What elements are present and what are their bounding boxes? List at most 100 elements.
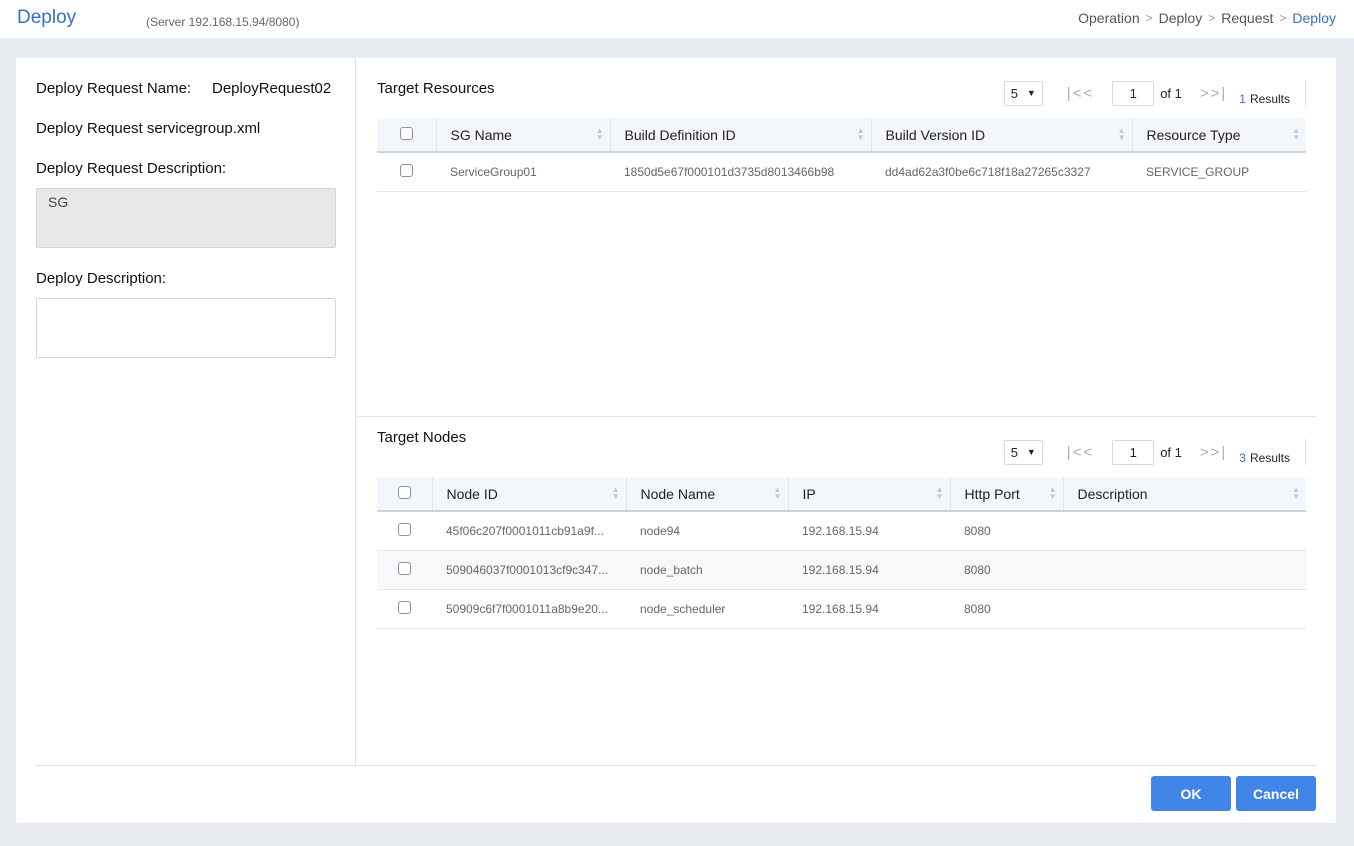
select-all-checkbox-cell[interactable] (377, 477, 433, 512)
breadcrumb-operation[interactable]: Operation (1078, 10, 1139, 26)
column-header[interactable]: Node Name ▲ ▼ (626, 477, 789, 512)
table-row[interactable]: ServiceGroup01 1850d5e67f000101d3735d801… (377, 152, 1306, 192)
column-header[interactable]: Resource Type ▲ ▼ (1132, 118, 1306, 153)
page-size-value: 5 (1010, 444, 1018, 460)
resources-page-input[interactable]: 1 (1112, 80, 1155, 106)
node-id-cell: 509046037f0001013cf9c347... (432, 550, 626, 590)
nodes-pager: 5 ▼ |<< 1 of 1 >>| 3 Results (1003, 439, 1306, 465)
first-prev-page-icon[interactable]: |<< (1067, 85, 1094, 102)
sort-icon: ▲ ▼ (1117, 126, 1126, 142)
breadcrumb-current: Deploy (1292, 10, 1336, 26)
footer-divider (36, 765, 1316, 766)
request-name-label: Deploy Request Name: (36, 80, 192, 97)
table-header-row: SG Name ▲ ▼ Build Definition ID ▲ ▼ Build Ve… (377, 118, 1306, 153)
resources-pager: 5 ▼ |<< 1 of 1 >>| 1 Results (1003, 80, 1306, 106)
row-checkbox-cell[interactable] (377, 511, 432, 551)
table-row[interactable]: 509046037f0001013cf9c347... node_batch 1… (377, 550, 1306, 590)
target-resources-title: Target Resources (377, 80, 495, 97)
select-all-checkbox[interactable] (397, 485, 411, 499)
request-info-panel: Deploy Request Name: DeployRequest02 Dep… (16, 58, 356, 765)
breadcrumb-separator: > (1208, 11, 1216, 25)
deploy-description-box (36, 298, 336, 358)
resources-page-size-select[interactable]: 5 ▼ (1003, 80, 1043, 106)
column-header[interactable]: IP ▲ ▼ (788, 477, 951, 512)
http-port-cell: 8080 (950, 550, 1063, 590)
sort-icon: ▲ ▼ (1292, 485, 1300, 501)
column-header[interactable]: SG Name ▲ ▼ (436, 118, 611, 153)
row-checkbox[interactable] (398, 522, 411, 536)
build-version-id-cell: dd4ad62a3f0be6c718f18a27265c3327 (871, 152, 1132, 192)
first-prev-page-icon[interactable]: |<< (1067, 444, 1094, 461)
deploy-panel: Deploy Request Name: DeployRequest02 Dep… (16, 58, 1336, 823)
breadcrumb-separator: > (1279, 11, 1287, 25)
select-all-checkbox[interactable] (399, 126, 413, 140)
target-nodes-title: Target Nodes (377, 429, 467, 446)
node-id-cell: 50909c6f7f0001011a8b9e20... (432, 589, 626, 629)
sg-name-cell: ServiceGroup01 (436, 152, 610, 192)
nodes-table: Node ID ▲ ▼ Node Name ▲ ▼ IP ▲ ▼ Http Port ▲ ▼ D… (377, 477, 1306, 629)
breadcrumb-separator: > (1145, 11, 1153, 25)
sort-icon: ▲ ▼ (611, 485, 620, 501)
sort-icon: ▲ ▼ (595, 126, 604, 142)
request-description-label: Deploy Request Description: (36, 160, 227, 177)
node-id-cell: 45f06c207f0001011cb91a9f... (432, 511, 626, 551)
sort-icon: ▲ ▼ (1048, 485, 1057, 501)
results-count: 1 Results (1239, 92, 1290, 106)
node-name-cell: node94 (626, 511, 788, 551)
server-info: (Server 192.168.15.94/8080) (146, 15, 300, 29)
request-file-label: Deploy Request servicegroup.xml (36, 120, 261, 137)
request-name-value: DeployRequest02 (212, 80, 332, 97)
page-size-value: 5 (1010, 85, 1018, 101)
build-definition-id-cell: 1850d5e67f000101d3735d8013466b98 (610, 152, 871, 192)
ip-cell: 192.168.15.94 (788, 589, 950, 629)
node-name-cell: node_batch (626, 550, 788, 590)
row-checkbox-cell[interactable] (377, 550, 432, 590)
target-resources-section: Target Resources 5 ▼ |<< 1 of 1 >>| 1 Res… (377, 58, 1306, 416)
column-header[interactable]: Node ID ▲ ▼ (432, 477, 627, 512)
table-row[interactable]: 45f06c207f0001011cb91a9f... node94 192.1… (377, 511, 1306, 551)
node-name-cell: node_scheduler (626, 589, 788, 629)
dropdown-arrow-icon: ▼ (1026, 88, 1036, 98)
select-all-checkbox-cell[interactable] (377, 118, 437, 153)
ip-cell: 192.168.15.94 (788, 511, 950, 551)
row-checkbox-cell[interactable] (377, 589, 432, 629)
deploy-description-input[interactable] (41, 303, 331, 353)
table-row[interactable]: 50909c6f7f0001011a8b9e20... node_schedul… (377, 589, 1306, 629)
next-last-page-icon[interactable]: >>| (1200, 85, 1227, 102)
sort-icon: ▲ ▼ (773, 485, 782, 501)
resource-type-cell: SERVICE_GROUP (1132, 152, 1306, 192)
request-description-field: SG (36, 188, 336, 248)
page-total: of 1 (1160, 85, 1182, 101)
nodes-page-size-select[interactable]: 5 ▼ (1003, 439, 1043, 465)
row-checkbox-cell[interactable] (377, 152, 436, 192)
ok-button[interactable]: OK (1151, 776, 1231, 811)
column-header[interactable]: Build Version ID ▲ ▼ (871, 118, 1133, 153)
dropdown-arrow-icon: ▼ (1026, 447, 1036, 457)
deploy-description-label: Deploy Description: (36, 270, 167, 287)
http-port-cell: 8080 (950, 511, 1063, 551)
top-bar: Deploy (Server 192.168.15.94/8080) Opera… (0, 0, 1354, 38)
column-header[interactable]: Build Definition ID ▲ ▼ (610, 118, 872, 153)
breadcrumb-deploy[interactable]: Deploy (1159, 10, 1203, 26)
sort-icon: ▲ ▼ (856, 126, 865, 142)
target-nodes-section: Target Nodes 5 ▼ |<< 1 of 1 >>| 3 Results… (377, 417, 1306, 765)
page-total: of 1 (1160, 444, 1182, 460)
row-checkbox[interactable] (398, 561, 411, 575)
results-count: 3 Results (1239, 451, 1290, 465)
nodes-page-input[interactable]: 1 (1112, 439, 1155, 465)
description-cell (1063, 550, 1306, 590)
table-header-row: Node ID ▲ ▼ Node Name ▲ ▼ IP ▲ ▼ Http Port ▲ ▼ D… (377, 477, 1306, 512)
http-port-cell: 8080 (950, 589, 1063, 629)
row-checkbox[interactable] (400, 163, 413, 177)
column-header[interactable]: Http Port ▲ ▼ (950, 477, 1064, 512)
page-title: Deploy (17, 7, 77, 28)
cancel-button[interactable]: Cancel (1236, 776, 1316, 811)
next-last-page-icon[interactable]: >>| (1200, 444, 1227, 461)
column-header[interactable]: Description ▲ ▼ (1063, 477, 1306, 512)
sort-icon: ▲ ▼ (935, 485, 944, 501)
breadcrumb-request[interactable]: Request (1221, 10, 1273, 26)
sort-icon: ▲ ▼ (1292, 126, 1300, 142)
row-checkbox[interactable] (398, 600, 411, 614)
description-cell (1063, 511, 1306, 551)
breadcrumb: Operation > Deploy > Request > Deploy (1078, 10, 1336, 26)
